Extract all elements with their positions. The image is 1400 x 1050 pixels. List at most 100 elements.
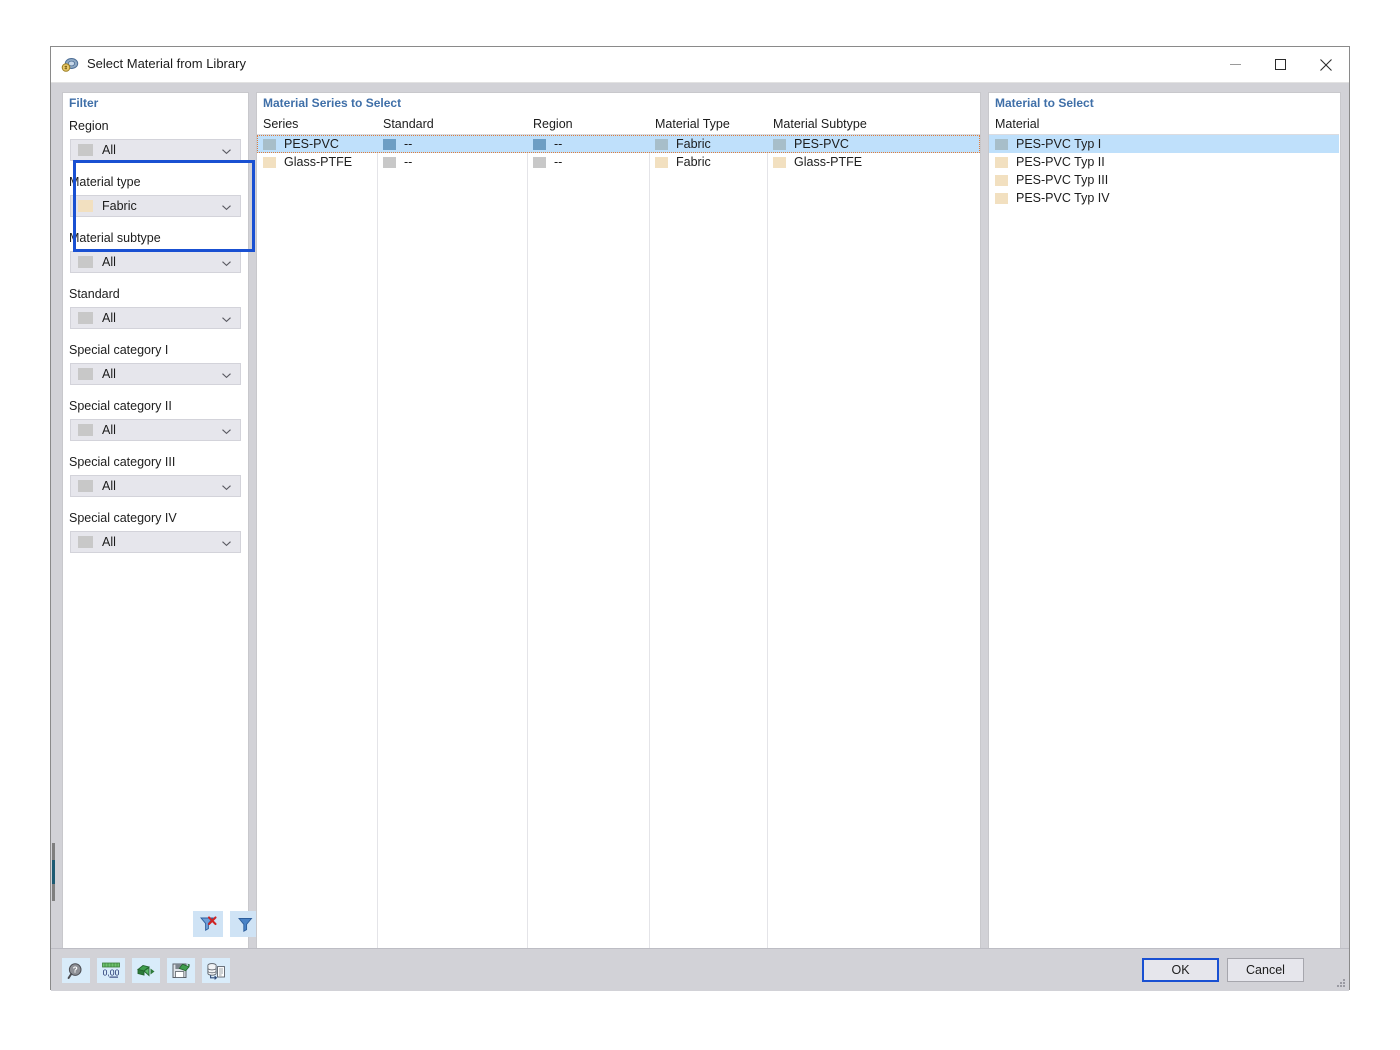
dialog-body: Filter Region All Material type Fabric Mater…: [51, 83, 1349, 991]
funnel-clear-icon: [200, 916, 217, 931]
cell-text: --: [404, 155, 413, 169]
close-icon: [1319, 58, 1332, 71]
series-grid: PES-PVC -- -- Fabric PES-PVC Glass-PTFE -- -- Fa…: [257, 135, 980, 951]
material-scroll-strip[interactable]: [1339, 93, 1340, 950]
table-cell: --: [377, 135, 527, 153]
filter-select-special-category-iii[interactable]: All: [70, 475, 241, 497]
ok-button[interactable]: OK: [1142, 958, 1219, 982]
import-button[interactable]: [132, 958, 160, 983]
material-panel: Material to Select Material PES-PVC Typ …: [988, 92, 1341, 951]
grid-divider[interactable]: [377, 135, 378, 951]
chevron-down-icon: [222, 149, 231, 155]
series-column-header-row: Series Standard Region Material Type Materia…: [257, 114, 980, 135]
color-swatch: [78, 480, 93, 492]
cell-text: Fabric: [676, 155, 711, 169]
grid-divider[interactable]: [649, 135, 650, 951]
cell-text: Glass-PTFE: [284, 155, 353, 169]
import-arrow-icon: [137, 964, 155, 977]
list-item[interactable]: PES-PVC Typ III: [989, 171, 1340, 189]
library-material-icon: [60, 55, 80, 75]
grid-divider[interactable]: [527, 135, 528, 951]
column-header-material-subtype[interactable]: Material Subtype: [767, 114, 982, 134]
chevron-down-icon: [222, 485, 231, 491]
filter-list: Region All Material type Fabric Material sub…: [63, 114, 248, 951]
column-header-region[interactable]: Region: [527, 114, 649, 134]
filter-select-material-type[interactable]: Fabric: [70, 195, 241, 217]
close-button[interactable]: [1303, 47, 1348, 82]
list-item[interactable]: PES-PVC Typ II: [989, 153, 1340, 171]
color-swatch: [78, 312, 93, 324]
filter-label: Special category III: [69, 455, 176, 469]
chevron-down-icon: [221, 424, 232, 435]
color-swatch: [78, 368, 93, 380]
filter-group-special-category-iii: Special category III All: [63, 454, 248, 497]
table-row[interactable]: Glass-PTFE -- -- Fabric Glass-PTFE: [257, 153, 980, 171]
cell-text: PES-PVC: [794, 137, 849, 151]
filter-select-material-subtype[interactable]: All: [70, 251, 241, 273]
chevron-down-icon: [221, 368, 232, 379]
reset-filter-button[interactable]: [193, 911, 223, 937]
filter-select-region[interactable]: All: [70, 139, 241, 161]
filter-value: All: [102, 367, 116, 381]
filter-group-special-category-ii: Special category II All: [63, 398, 248, 441]
color-swatch: [773, 138, 786, 150]
filter-value: All: [102, 423, 116, 437]
chevron-down-icon: [221, 200, 232, 211]
filter-select-special-category-ii[interactable]: All: [70, 419, 241, 441]
chevron-down-icon: [222, 429, 231, 435]
column-header-series[interactable]: Series: [257, 114, 377, 134]
chevron-down-icon: [221, 144, 232, 155]
color-swatch: [78, 536, 93, 548]
filter-select-special-category-i[interactable]: All: [70, 363, 241, 385]
database-export-icon: [207, 962, 225, 980]
chevron-down-icon: [221, 480, 232, 491]
table-cell: --: [527, 135, 649, 153]
chevron-down-icon: [221, 256, 232, 267]
column-header-material-type[interactable]: Material Type: [649, 114, 767, 134]
help-button[interactable]: ?: [62, 958, 90, 983]
filter-label: Special category I: [69, 343, 169, 357]
number-format-icon: 0,00: [102, 962, 120, 978]
window-title: Select Material from Library: [87, 56, 246, 71]
filter-label: Special category IV: [69, 511, 177, 525]
color-swatch: [655, 156, 668, 168]
filter-select-special-category-iv[interactable]: All: [70, 531, 241, 553]
filter-group-special-category-i: Special category I All: [63, 342, 248, 385]
filter-label: Standard: [69, 287, 120, 301]
color-swatch: [533, 138, 546, 150]
resize-grip[interactable]: [1334, 976, 1346, 988]
filter-group-region: Region All: [63, 118, 248, 161]
color-swatch: [655, 138, 668, 150]
table-row[interactable]: PES-PVC -- -- Fabric PES-PVC: [257, 135, 980, 153]
filter-select-standard[interactable]: All: [70, 307, 241, 329]
filter-value: All: [102, 143, 116, 157]
filter-value: All: [102, 535, 116, 549]
grid-divider[interactable]: [767, 135, 768, 951]
color-swatch: [383, 156, 396, 168]
chevron-down-icon: [221, 536, 232, 547]
window-title-bar: Select Material from Library: [51, 47, 1349, 83]
cell-text: --: [554, 137, 563, 151]
table-cell: Fabric: [649, 135, 767, 153]
material-list: PES-PVC Typ I PES-PVC Typ II PES-PVC Typ I…: [989, 135, 1340, 951]
color-swatch: [383, 138, 396, 150]
save-button[interactable]: [167, 958, 195, 983]
chevron-down-icon: [221, 312, 232, 323]
maximize-button[interactable]: [1258, 47, 1303, 82]
table-cell: --: [527, 153, 649, 171]
table-cell: PES-PVC: [767, 135, 982, 153]
column-header-standard[interactable]: Standard: [377, 114, 527, 134]
cancel-button[interactable]: Cancel: [1227, 958, 1304, 982]
funnel-icon: [238, 918, 253, 932]
number-format-button[interactable]: 0,00: [97, 958, 125, 983]
filter-group-material-subtype: Material subtype All: [63, 230, 248, 273]
minimize-button[interactable]: [1213, 47, 1258, 82]
list-item[interactable]: PES-PVC Typ IV: [989, 189, 1340, 207]
filter-value: All: [102, 311, 116, 325]
filter-label: Material type: [69, 175, 141, 189]
list-item[interactable]: PES-PVC Typ I: [989, 135, 1340, 153]
chevron-down-icon: [222, 373, 231, 379]
export-database-button[interactable]: [202, 958, 230, 983]
color-swatch: [995, 138, 1008, 150]
cell-text: PES-PVC: [284, 137, 339, 151]
